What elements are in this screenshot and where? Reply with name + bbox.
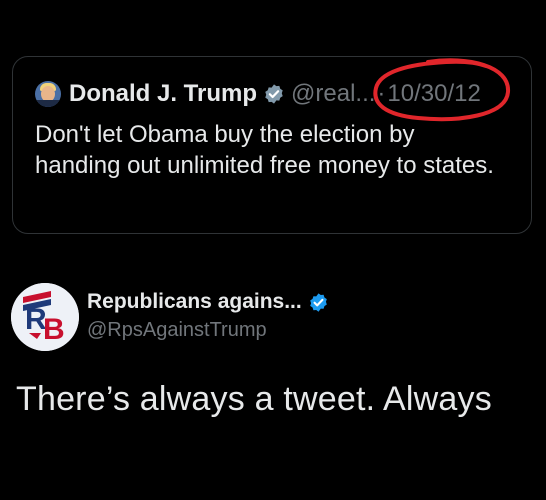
red-circle-annotation: [373, 58, 511, 122]
quoted-author-avatar[interactable]: [35, 81, 61, 107]
verified-gray-badge-icon: [265, 84, 283, 104]
quoted-author-name[interactable]: Donald J. Trump: [69, 80, 257, 108]
tweet-text: There’s always a tweet. Always: [16, 380, 492, 418]
quoted-author-handle[interactable]: @real...: [291, 80, 375, 108]
quoted-tweet-text: Don't let Obama buy the election by hand…: [35, 121, 494, 179]
tweet-author-name[interactable]: Republicans agains...: [87, 290, 302, 314]
svg-text:B: B: [43, 313, 65, 346]
verified-blue-badge-icon: [309, 292, 327, 312]
tweet-author-handle[interactable]: @RpsAgainstTrump: [87, 319, 267, 342]
author-avatar[interactable]: R B: [11, 283, 79, 351]
